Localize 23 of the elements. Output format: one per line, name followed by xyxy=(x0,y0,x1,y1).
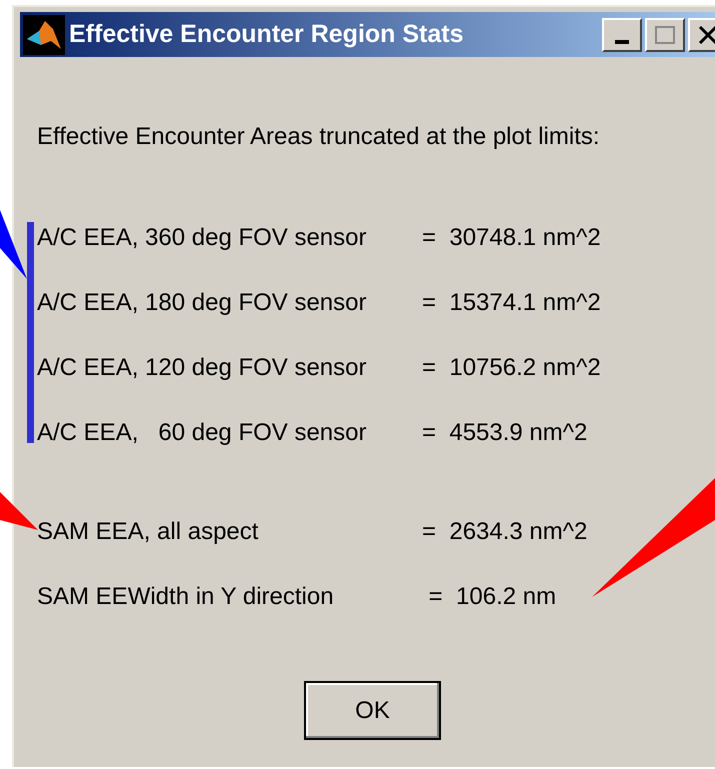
minimize-icon xyxy=(615,40,629,44)
window-title: Effective Encounter Region Stats xyxy=(69,18,464,50)
stat-value: = 106.2 nm xyxy=(428,582,556,612)
stat-value: = 30748.1 nm^2 xyxy=(422,222,601,252)
heading-text: Effective Encounter Areas truncated at the plot limits: xyxy=(37,122,601,152)
stat-label: A/C EEA, 180 deg FOV sensor xyxy=(37,288,368,318)
stat-label: SAM EEA, all aspect xyxy=(37,516,260,546)
ok-button[interactable]: OK xyxy=(304,681,441,740)
stat-label: SAM EEWidth in Y direction xyxy=(37,582,335,612)
app-logo-icon xyxy=(23,14,65,54)
stat-value: = 10756.2 nm^2 xyxy=(422,352,601,382)
stat-value: = 4553.9 nm^2 xyxy=(422,418,588,448)
stat-value: = 2634.3 nm^2 xyxy=(422,516,588,546)
pointer-wedge xyxy=(0,210,27,279)
stat-label: A/C EEA, 120 deg FOV sensor xyxy=(37,352,368,382)
maximize-icon xyxy=(655,26,675,44)
stat-value: = 15374.1 nm^2 xyxy=(422,288,601,318)
minimize-button[interactable] xyxy=(602,18,642,52)
close-icon xyxy=(698,26,715,44)
pointer-wedge xyxy=(0,492,38,530)
stat-label: A/C EEA, 360 deg FOV sensor xyxy=(37,222,368,252)
maximize-button[interactable] xyxy=(645,18,685,52)
stat-label: A/C EEA, 60 deg FOV sensor xyxy=(37,418,368,448)
